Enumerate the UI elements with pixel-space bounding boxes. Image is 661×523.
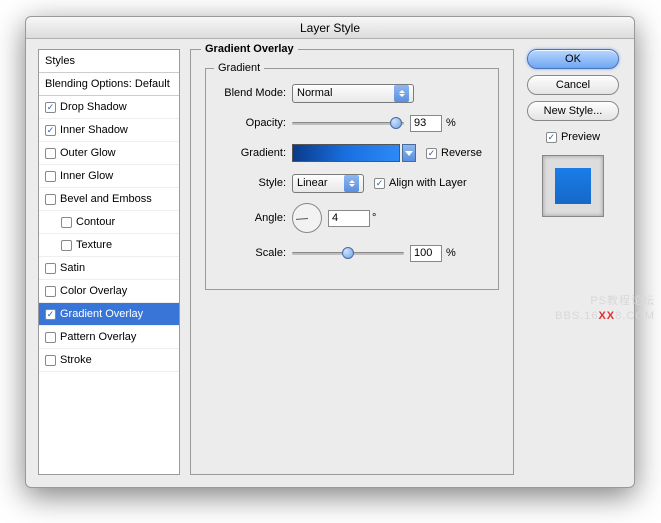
style-item-stroke[interactable]: Stroke	[39, 349, 179, 372]
reverse-label: Reverse	[441, 147, 482, 159]
effect-label: Outer Glow	[60, 147, 116, 159]
opacity-input[interactable]	[410, 115, 442, 132]
effect-label: Stroke	[60, 354, 92, 366]
button-column: OK Cancel New Style... Preview	[524, 49, 622, 475]
opacity-label: Opacity:	[218, 117, 286, 129]
effect-checkbox[interactable]	[45, 125, 56, 136]
style-item-outer-glow[interactable]: Outer Glow	[39, 142, 179, 165]
blending-options-item[interactable]: Blending Options: Default	[39, 73, 179, 96]
style-item-satin[interactable]: Satin	[39, 257, 179, 280]
effect-label: Color Overlay	[60, 285, 127, 297]
scale-label: Scale:	[218, 247, 286, 259]
group-title: Gradient	[214, 62, 264, 74]
styles-list-panel: Styles Blending Options: Default Drop Sh…	[38, 49, 180, 475]
effect-checkbox[interactable]	[45, 355, 56, 366]
gradient-label: Gradient:	[218, 147, 286, 159]
gradient-swatch[interactable]	[292, 144, 400, 162]
select-arrows-icon	[394, 85, 409, 102]
reverse-checkbox[interactable]	[426, 148, 437, 159]
effect-checkbox[interactable]	[45, 309, 56, 320]
angle-label: Angle:	[218, 212, 286, 224]
style-item-texture[interactable]: Texture	[39, 234, 179, 257]
percent-label: %	[446, 247, 456, 259]
ok-button[interactable]: OK	[527, 49, 619, 69]
align-checkbox[interactable]	[374, 178, 385, 189]
style-item-drop-shadow[interactable]: Drop Shadow	[39, 96, 179, 119]
effect-label: Texture	[76, 239, 112, 251]
effect-label: Contour	[76, 216, 115, 228]
scale-input[interactable]	[410, 245, 442, 262]
effect-checkbox[interactable]	[61, 217, 72, 228]
layer-style-dialog: Layer Style Styles Blending Options: Def…	[25, 16, 635, 488]
effect-label: Bevel and Emboss	[60, 193, 152, 205]
effect-label: Inner Glow	[60, 170, 113, 182]
dialog-title: Layer Style	[26, 17, 634, 39]
section-title: Gradient Overlay	[201, 43, 298, 55]
effect-label: Gradient Overlay	[60, 308, 143, 320]
dialog-content: Styles Blending Options: Default Drop Sh…	[26, 39, 634, 487]
blend-mode-select[interactable]: Normal	[292, 84, 414, 103]
blend-mode-label: Blend Mode:	[218, 87, 286, 99]
preview-label: Preview	[561, 131, 600, 143]
style-select[interactable]: Linear	[292, 174, 364, 193]
scale-slider[interactable]	[292, 246, 404, 260]
effect-label: Pattern Overlay	[60, 331, 136, 343]
style-item-pattern-overlay[interactable]: Pattern Overlay	[39, 326, 179, 349]
gradient-group: Gradient Blend Mode: Normal Opacity: %	[205, 68, 499, 290]
settings-panel: Gradient Overlay Gradient Blend Mode: No…	[190, 49, 514, 475]
style-item-color-overlay[interactable]: Color Overlay	[39, 280, 179, 303]
blend-mode-value: Normal	[297, 87, 390, 99]
effect-checkbox[interactable]	[45, 102, 56, 113]
effect-checkbox[interactable]	[45, 332, 56, 343]
opacity-slider[interactable]	[292, 116, 404, 130]
cancel-button[interactable]: Cancel	[527, 75, 619, 95]
effect-label: Satin	[60, 262, 85, 274]
effect-label: Drop Shadow	[60, 101, 127, 113]
effect-checkbox[interactable]	[45, 171, 56, 182]
new-style-button[interactable]: New Style...	[527, 101, 619, 121]
effect-checkbox[interactable]	[61, 240, 72, 251]
effect-label: Inner Shadow	[60, 124, 128, 136]
style-item-contour[interactable]: Contour	[39, 211, 179, 234]
style-item-inner-glow[interactable]: Inner Glow	[39, 165, 179, 188]
align-label: Align with Layer	[389, 177, 467, 189]
style-label: Style:	[218, 177, 286, 189]
effect-checkbox[interactable]	[45, 263, 56, 274]
style-item-gradient-overlay[interactable]: Gradient Overlay	[39, 303, 179, 326]
styles-header[interactable]: Styles	[39, 50, 179, 73]
effect-checkbox[interactable]	[45, 286, 56, 297]
select-arrows-icon	[344, 175, 359, 192]
effect-checkbox[interactable]	[45, 148, 56, 159]
preview-checkbox[interactable]	[546, 132, 557, 143]
preview-swatch	[542, 155, 604, 217]
style-item-inner-shadow[interactable]: Inner Shadow	[39, 119, 179, 142]
gradient-dropdown-button[interactable]	[402, 144, 416, 162]
preview-inner	[555, 168, 591, 204]
angle-input[interactable]	[328, 210, 370, 227]
effect-checkbox[interactable]	[45, 194, 56, 205]
degree-label: °	[372, 212, 376, 224]
angle-dial[interactable]	[292, 203, 322, 233]
percent-label: %	[446, 117, 456, 129]
style-item-bevel-and-emboss[interactable]: Bevel and Emboss	[39, 188, 179, 211]
style-value: Linear	[297, 177, 340, 189]
